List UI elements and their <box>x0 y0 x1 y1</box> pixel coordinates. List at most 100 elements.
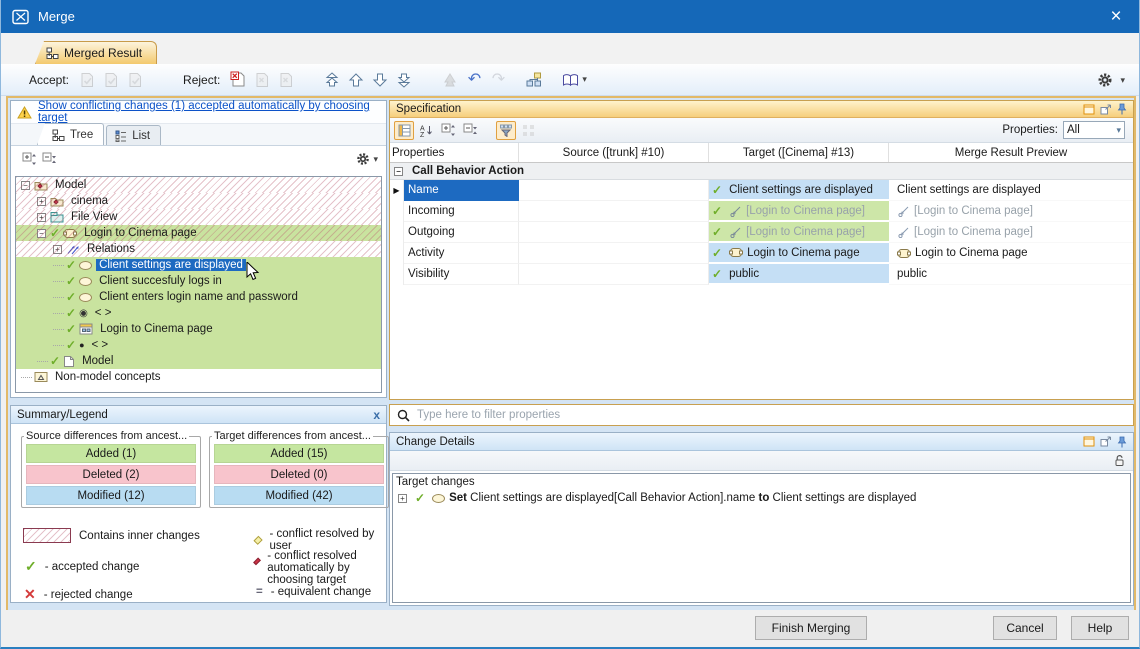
target-cell[interactable]: ✓ [Login to Cinema page] <box>709 222 889 243</box>
expand-all-icon[interactable] <box>438 121 458 140</box>
tree-item-label[interactable]: < > <box>89 339 112 351</box>
tree-row[interactable]: ✓ Client enters login name and password <box>16 289 381 305</box>
tree-row[interactable]: − ✓ Login to Cinema page <box>16 225 381 241</box>
maximize-icon[interactable] <box>1083 436 1095 447</box>
last-change-button[interactable] <box>393 69 415 91</box>
source-cell[interactable] <box>519 180 709 201</box>
previous-change-button[interactable] <box>345 69 367 91</box>
undo-button[interactable]: ↶ <box>463 69 485 91</box>
settings-dropdown-icon[interactable]: ▾ <box>1120 75 1125 86</box>
property-name[interactable]: Visibility <box>404 264 519 285</box>
property-row[interactable]: Activity ✓ Login to Cinema page Login to… <box>390 243 1133 264</box>
source-cell[interactable] <box>519 243 709 264</box>
tree-item-label[interactable]: Model <box>79 355 116 367</box>
report-dropdown-icon[interactable]: ▾ <box>582 74 587 85</box>
show-conflicting-changes-link[interactable]: Show conflicting changes (1) accepted au… <box>38 100 386 124</box>
tree-row[interactable]: ✓ ● < > <box>16 337 381 353</box>
property-name[interactable]: Activity <box>404 243 519 264</box>
property-row[interactable]: Outgoing ✓ [Login to Cinema page] [Login… <box>390 222 1133 243</box>
tree-item-label[interactable]: Login to Cinema page <box>81 227 200 239</box>
property-name[interactable]: Incoming <box>404 201 519 222</box>
collapse-expander-icon[interactable]: − <box>37 229 46 238</box>
close-icon[interactable]: × <box>1093 0 1139 33</box>
unlock-icon[interactable] <box>1113 454 1125 467</box>
col-source[interactable]: Source ([trunk] #10) <box>519 143 709 162</box>
reject-with-children-button[interactable] <box>251 69 273 91</box>
tree-row[interactable]: + cinema <box>16 193 381 209</box>
tree-item-label[interactable]: Client succesfuly logs in <box>96 275 225 287</box>
collapse-expander-icon[interactable]: − <box>21 181 30 190</box>
tree-row[interactable]: ✓ Login to Cinema page <box>16 321 381 337</box>
target-cell[interactable]: ✓ Login to Cinema page <box>709 243 889 264</box>
tree-row-selected[interactable]: ✓ Client settings are displayed <box>16 257 381 273</box>
tree-item-label[interactable]: Model <box>52 179 89 191</box>
tab-merged-result[interactable]: Merged Result <box>35 41 157 64</box>
summary-close-icon[interactable]: x <box>373 408 380 422</box>
finish-merging-button[interactable]: Finish Merging <box>755 616 867 640</box>
tree-item-label[interactable]: Client enters login name and password <box>96 291 301 303</box>
tree-item-label[interactable]: cinema <box>68 195 111 207</box>
cancel-button[interactable]: Cancel <box>993 616 1057 640</box>
preview-cell[interactable]: [Login to Cinema page] <box>889 201 1133 222</box>
settings-gear-icon[interactable] <box>1094 69 1116 91</box>
source-cell[interactable] <box>519 201 709 222</box>
expand-expander-icon[interactable]: + <box>37 213 46 222</box>
preview-cell[interactable]: Login to Cinema page <box>889 243 1133 264</box>
col-preview[interactable]: Merge Result Preview <box>889 143 1133 162</box>
col-properties[interactable]: Properties <box>390 143 519 162</box>
tree-item-label[interactable]: Login to Cinema page <box>97 323 216 335</box>
tree-row[interactable]: + File View <box>16 209 381 225</box>
expand-expander-icon[interactable]: + <box>398 494 407 503</box>
target-cell[interactable]: ✓ Client settings are displayed <box>709 180 889 201</box>
property-row[interactable]: Visibility ✓ public public <box>390 264 1133 285</box>
tree-item-label[interactable]: Non-model concepts <box>52 371 163 383</box>
reject-all-button[interactable] <box>275 69 297 91</box>
section-call-behavior-action[interactable]: − Call Behavior Action <box>390 163 1133 180</box>
source-cell[interactable] <box>519 264 709 285</box>
property-name[interactable]: Name <box>404 180 519 201</box>
conflict-nav-button[interactable] <box>439 69 461 91</box>
first-change-button[interactable] <box>321 69 343 91</box>
tree-row[interactable]: − Model <box>16 177 381 193</box>
collapse-all-icon[interactable] <box>460 121 480 140</box>
property-name[interactable]: Outgoing <box>404 222 519 243</box>
tab-list[interactable]: List <box>106 125 161 145</box>
expand-all-icon[interactable] <box>20 150 38 168</box>
target-cell[interactable]: ✓ public <box>709 264 889 285</box>
property-row[interactable]: Incoming ✓ [Login to Cinema page] [Login… <box>390 201 1133 222</box>
property-row[interactable]: ▶ Name ✓ Client settings are displayed C… <box>390 180 1133 201</box>
target-cell[interactable]: ✓ [Login to Cinema page] <box>709 201 889 222</box>
source-cell[interactable] <box>519 222 709 243</box>
tree-row[interactable]: + Relations <box>16 241 381 257</box>
filter-properties-input[interactable]: Type here to filter properties <box>389 404 1134 426</box>
tree-row[interactable]: ✓ Model <box>16 353 381 369</box>
properties-filter-select[interactable]: All ▾ <box>1063 121 1125 139</box>
tree-row[interactable]: ✓ ◉ < > <box>16 305 381 321</box>
reject-change-button[interactable] <box>227 69 249 91</box>
tree-item-label[interactable]: Relations <box>84 243 138 255</box>
tree-item-label[interactable]: File View <box>68 211 120 223</box>
maximize-icon[interactable] <box>1083 104 1095 115</box>
preview-cell[interactable]: Client settings are displayed <box>889 180 1133 201</box>
expand-expander-icon[interactable]: + <box>53 245 62 254</box>
tree-options-dropdown-icon[interactable]: ▾ <box>373 154 378 165</box>
preview-cell[interactable]: public <box>889 264 1133 285</box>
tree-row[interactable]: ✓ Client succesfuly logs in <box>16 273 381 289</box>
change-entry[interactable]: + ✓ Set Client settings are displayed[Ca… <box>396 491 1130 505</box>
accept-with-children-button[interactable] <box>100 69 122 91</box>
accept-all-button[interactable] <box>124 69 146 91</box>
help-button[interactable]: Help <box>1071 616 1129 640</box>
accept-change-button[interactable] <box>76 69 98 91</box>
tree-item-label[interactable]: < > <box>92 307 115 319</box>
collapse-all-icon[interactable] <box>40 150 58 168</box>
categorized-view-icon[interactable] <box>394 121 414 140</box>
float-icon[interactable] <box>1100 436 1112 447</box>
tab-tree[interactable]: Tree <box>37 123 104 145</box>
redo-button[interactable]: ↷ <box>487 69 509 91</box>
float-icon[interactable] <box>1100 104 1112 115</box>
expand-expander-icon[interactable]: + <box>37 197 46 206</box>
preview-cell[interactable]: [Login to Cinema page] <box>889 222 1133 243</box>
collapse-expander-icon[interactable]: − <box>394 167 403 176</box>
next-change-button[interactable] <box>369 69 391 91</box>
filter-icon[interactable] <box>496 121 516 140</box>
